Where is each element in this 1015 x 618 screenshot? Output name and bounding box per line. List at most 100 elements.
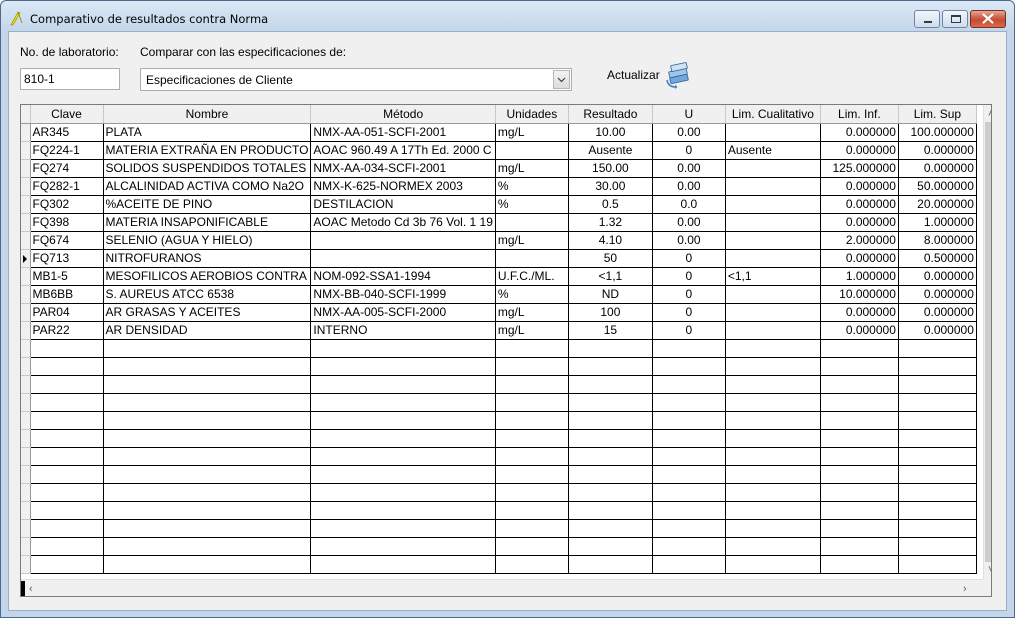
table-cell[interactable]: 0.000000 xyxy=(820,249,899,268)
table-cell[interactable]: PAR04 xyxy=(30,303,104,322)
table-cell[interactable] xyxy=(30,375,104,394)
row-indicator[interactable] xyxy=(21,285,31,304)
table-cell[interactable] xyxy=(652,519,726,538)
table-cell[interactable] xyxy=(568,357,653,376)
table-cell[interactable]: 0.00 xyxy=(652,231,726,250)
table-cell[interactable]: 0.5 xyxy=(568,195,653,214)
table-cell[interactable]: 0 xyxy=(652,249,726,268)
table-cell[interactable]: 0.000000 xyxy=(820,123,899,142)
table-cell[interactable]: 0.000000 xyxy=(820,213,899,232)
table-row[interactable]: FQ674 SELENIO (AGUA Y HIELO) mg/L 4.10 0.00 2… xyxy=(21,231,977,250)
column-header[interactable]: Lim. Inf. xyxy=(820,105,899,124)
table-cell[interactable] xyxy=(820,537,899,556)
table-cell[interactable]: 100 xyxy=(568,303,653,322)
row-indicator[interactable] xyxy=(21,213,31,232)
horizontal-scroll-thumb[interactable] xyxy=(21,581,25,596)
table-cell[interactable] xyxy=(103,357,312,376)
table-cell[interactable] xyxy=(820,429,899,448)
vertical-scroll-thumb[interactable] xyxy=(985,122,991,562)
row-indicator[interactable] xyxy=(21,519,31,538)
table-row[interactable]: PAR04 AR GRASAS Y ACEITES NMX-AA-005-SCFI-… xyxy=(21,303,977,322)
table-cell[interactable]: mg/L xyxy=(495,231,569,250)
table-cell[interactable] xyxy=(495,357,569,376)
table-cell[interactable] xyxy=(103,447,312,466)
empty-row[interactable] xyxy=(21,375,977,394)
table-cell[interactable] xyxy=(652,501,726,520)
table-cell[interactable]: ND xyxy=(568,285,653,304)
table-row[interactable]: FQ282-1 ALCALINIDAD ACTIVA COMO Na2O NMX-K… xyxy=(21,177,977,196)
table-cell[interactable] xyxy=(30,429,104,448)
table-cell[interactable] xyxy=(652,375,726,394)
table-cell[interactable] xyxy=(495,537,569,556)
table-cell[interactable] xyxy=(725,123,821,142)
table-cell[interactable] xyxy=(103,483,312,502)
table-cell[interactable]: 50.000000 xyxy=(898,177,977,196)
row-indicator[interactable] xyxy=(21,195,31,214)
column-header[interactable]: Resultado xyxy=(568,105,653,124)
table-row[interactable]: MB6BB S. AUREUS ATCC 6538 NMX-BB-040-SCFI-… xyxy=(21,285,977,304)
table-cell[interactable] xyxy=(725,429,821,448)
table-cell[interactable] xyxy=(103,411,312,430)
table-cell[interactable]: MB6BB xyxy=(30,285,104,304)
row-indicator[interactable] xyxy=(21,447,31,466)
empty-row[interactable] xyxy=(21,465,977,484)
table-cell[interactable]: FQ282-1 xyxy=(30,177,104,196)
table-cell[interactable]: 0.000000 xyxy=(898,321,977,340)
table-cell[interactable]: SELENIO (AGUA Y HIELO) xyxy=(103,231,312,250)
table-cell[interactable] xyxy=(568,393,653,412)
table-cell[interactable] xyxy=(30,411,104,430)
table-cell[interactable] xyxy=(725,555,821,574)
row-indicator[interactable] xyxy=(21,555,31,574)
table-cell[interactable] xyxy=(30,339,104,358)
table-cell[interactable] xyxy=(103,429,312,448)
column-header[interactable]: Clave xyxy=(30,105,104,124)
lab-number-input[interactable] xyxy=(20,68,120,90)
empty-row[interactable] xyxy=(21,393,977,412)
table-cell[interactable] xyxy=(568,483,653,502)
scroll-down-icon[interactable]: ˅ xyxy=(988,565,991,576)
table-row[interactable]: AR345 PLATA NMX-AA-051-SCFI-2001 mg/L 10.00 0… xyxy=(21,123,977,142)
row-indicator[interactable] xyxy=(21,429,31,448)
empty-row[interactable] xyxy=(21,429,977,448)
table-cell[interactable]: FQ398 xyxy=(30,213,104,232)
table-cell[interactable] xyxy=(495,429,569,448)
row-indicator[interactable] xyxy=(21,249,31,268)
table-cell[interactable] xyxy=(495,375,569,394)
table-cell[interactable] xyxy=(310,231,496,250)
table-cell[interactable]: 0.000000 xyxy=(898,285,977,304)
table-cell[interactable] xyxy=(652,555,726,574)
table-cell[interactable]: <1,1 xyxy=(725,267,821,286)
table-row[interactable]: FQ224-1 MATERIA EXTRAÑA EN PRODUCTO AOAC 9… xyxy=(21,141,977,160)
row-indicator[interactable] xyxy=(21,123,31,142)
row-indicator[interactable] xyxy=(21,375,31,394)
row-indicator[interactable] xyxy=(21,159,31,178)
table-cell[interactable]: NMX-AA-034-SCFI-2001 xyxy=(310,159,496,178)
table-cell[interactable] xyxy=(310,393,496,412)
table-cell[interactable] xyxy=(310,447,496,466)
table-cell[interactable] xyxy=(725,537,821,556)
column-header[interactable]: Método xyxy=(310,105,496,124)
table-cell[interactable]: NMX-BB-040-SCFI-1999 xyxy=(310,285,496,304)
table-cell[interactable] xyxy=(568,429,653,448)
table-cell[interactable] xyxy=(725,177,821,196)
table-cell[interactable]: MATERIA EXTRAÑA EN PRODUCTO xyxy=(103,141,312,160)
table-cell[interactable]: 0.500000 xyxy=(898,249,977,268)
table-cell[interactable] xyxy=(310,483,496,502)
table-cell[interactable] xyxy=(103,555,312,574)
table-cell[interactable]: FQ224-1 xyxy=(30,141,104,160)
table-row[interactable]: FQ398 MATERIA INSAPONIFICABLE AOAC Metodo … xyxy=(21,213,977,232)
table-cell[interactable] xyxy=(725,285,821,304)
table-cell[interactable]: MESOFILICOS AEROBIOS CONTRA xyxy=(103,267,312,286)
column-header[interactable]: Unidades xyxy=(495,105,569,124)
table-row[interactable]: MB1-5 MESOFILICOS AEROBIOS CONTRA NOM-092-… xyxy=(21,267,977,286)
table-cell[interactable] xyxy=(103,537,312,556)
table-cell[interactable] xyxy=(495,483,569,502)
table-cell[interactable] xyxy=(310,357,496,376)
table-cell[interactable] xyxy=(820,555,899,574)
empty-row[interactable] xyxy=(21,357,977,376)
table-cell[interactable] xyxy=(568,501,653,520)
empty-row[interactable] xyxy=(21,519,977,538)
table-cell[interactable]: 0.000000 xyxy=(898,303,977,322)
table-cell[interactable] xyxy=(495,393,569,412)
table-cell[interactable] xyxy=(725,321,821,340)
